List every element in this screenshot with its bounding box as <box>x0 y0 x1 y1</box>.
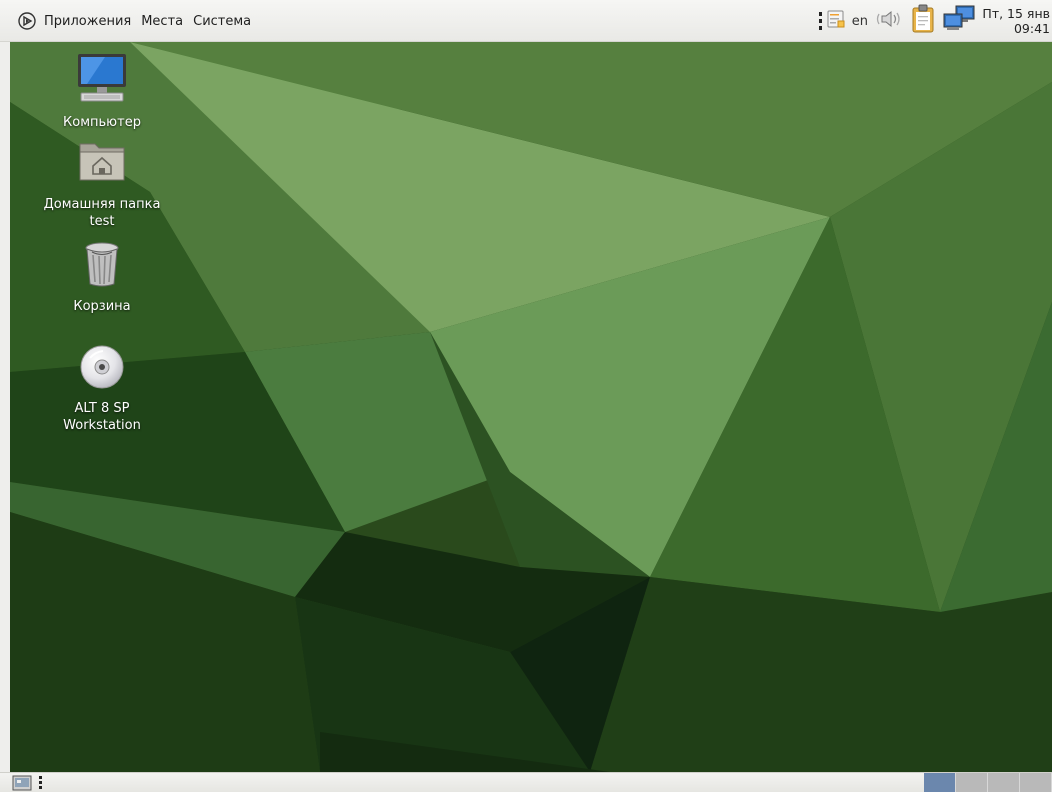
network-icon[interactable] <box>942 4 976 38</box>
screen: Приложения Места Система en Пт, 15 янв 0… <box>0 0 1052 792</box>
system-tray: en Пт, 15 янв 09:41 <box>818 0 1052 42</box>
clipboard-icon[interactable] <box>910 4 936 38</box>
cdrom-icon <box>79 344 125 394</box>
desktop-icon-cdrom[interactable]: ALT 8 SP Workstation <box>37 344 167 434</box>
workspace-switcher <box>924 773 1052 792</box>
computer-icon <box>75 50 129 108</box>
main-menu-bar: Приложения Места Система <box>18 0 261 42</box>
clock-date: Пт, 15 янв <box>982 6 1050 21</box>
clock-time: 09:41 <box>1013 21 1050 36</box>
desktop-icon-label: Корзина <box>73 299 131 314</box>
desktop-icon-computer[interactable]: Компьютер <box>37 50 167 131</box>
trash-icon <box>80 240 124 292</box>
menu-places[interactable]: Места <box>141 14 183 29</box>
workspace-2[interactable] <box>956 773 988 792</box>
desktop-icon-label: Компьютер <box>63 115 141 130</box>
workspace-3[interactable] <box>988 773 1020 792</box>
home-folder-icon <box>77 136 127 190</box>
applications-logo-icon[interactable] <box>18 12 36 30</box>
desktop[interactable]: Компьютер Домашняя папка test Корзина AL… <box>10 42 1052 772</box>
workspace-1[interactable] <box>924 773 956 792</box>
keyboard-layout-indicator[interactable]: en <box>852 14 868 29</box>
notes-applet-icon[interactable] <box>826 9 846 33</box>
tray-handle[interactable] <box>818 12 822 30</box>
show-desktop-icon[interactable] <box>12 774 32 791</box>
workspace-4[interactable] <box>1020 773 1052 792</box>
clock[interactable]: Пт, 15 янв 09:41 <box>982 6 1052 36</box>
top-panel: Приложения Места Система en Пт, 15 янв 0… <box>0 0 1052 42</box>
desktop-icon-home-folder[interactable]: Домашняя папка test <box>37 136 167 230</box>
volume-icon[interactable] <box>876 8 904 34</box>
bottom-panel <box>0 772 1052 792</box>
desktop-icon-trash[interactable]: Корзина <box>37 240 167 315</box>
desktop-icon-label: Домашняя папка test <box>43 197 161 229</box>
desktop-icon-label: ALT 8 SP Workstation <box>63 401 141 433</box>
window-list-handle[interactable] <box>39 776 42 790</box>
menu-system[interactable]: Система <box>193 14 251 29</box>
menu-applications[interactable]: Приложения <box>44 14 131 29</box>
